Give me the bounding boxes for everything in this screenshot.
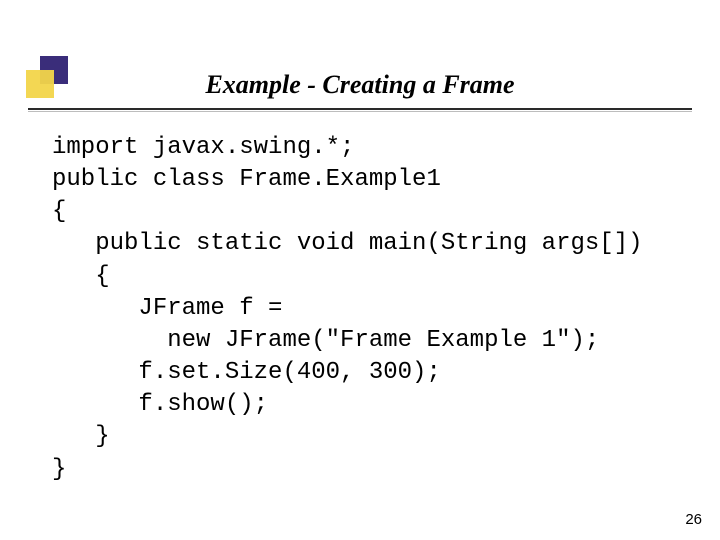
code-line: } bbox=[52, 456, 66, 483]
code-line: { bbox=[52, 198, 66, 225]
code-line: f.show(); bbox=[52, 391, 268, 418]
code-line: public class Frame.Example1 bbox=[52, 166, 441, 193]
code-line: public static void main(String args[]) bbox=[52, 230, 643, 257]
code-line: } bbox=[52, 423, 110, 450]
code-line: { bbox=[52, 263, 110, 290]
code-block: import javax.swing.*; public class Frame… bbox=[52, 132, 680, 486]
code-line: JFrame f = bbox=[52, 295, 282, 322]
title-container: Example - Creating a Frame bbox=[0, 70, 720, 100]
slide: Example - Creating a Frame import javax.… bbox=[0, 0, 720, 540]
code-line: f.set.Size(400, 300); bbox=[52, 359, 441, 386]
title-underline bbox=[28, 108, 692, 110]
slide-title: Example - Creating a Frame bbox=[205, 70, 514, 100]
code-line: new JFrame("Frame Example 1"); bbox=[52, 327, 599, 354]
page-number: 26 bbox=[685, 511, 702, 528]
code-line: import javax.swing.*; bbox=[52, 134, 354, 161]
